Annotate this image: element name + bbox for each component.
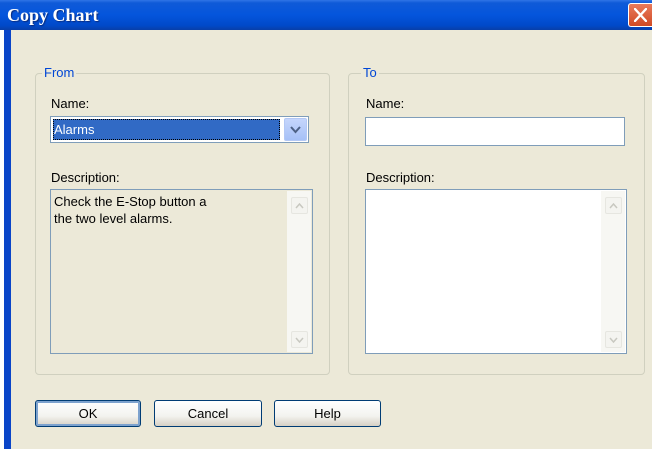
to-name-label: Name:	[366, 96, 405, 111]
close-icon	[634, 8, 647, 22]
scroll-down-arrow-icon	[609, 337, 618, 343]
scroll-up-arrow-icon	[609, 203, 618, 209]
to-scroll-down-button[interactable]	[605, 331, 622, 348]
from-description-scrollbar[interactable]	[287, 191, 311, 352]
scroll-up-arrow-icon	[295, 203, 304, 209]
to-description-label: Description:	[366, 170, 435, 185]
from-group-label: From	[42, 65, 77, 81]
to-name-input[interactable]	[365, 117, 625, 146]
window-title: Copy Chart	[7, 5, 99, 25]
from-name-select[interactable]: Alarms	[50, 116, 309, 143]
ok-button[interactable]: OK	[35, 400, 141, 427]
scroll-down-arrow-icon	[295, 337, 304, 343]
from-scroll-down-button[interactable]	[291, 331, 308, 348]
from-name-label: Name:	[51, 96, 90, 111]
from-name-selected-value: Alarms	[53, 119, 280, 140]
to-description-textarea[interactable]	[365, 189, 627, 354]
to-description-scrollbar[interactable]	[601, 191, 625, 352]
close-button[interactable]	[628, 3, 652, 27]
to-group-label: To	[361, 65, 379, 81]
from-description-textarea[interactable]: Check the E-Stop button a the two level …	[50, 189, 313, 354]
from-description-text: Check the E-Stop button a the two level …	[54, 194, 207, 226]
title-bar[interactable]: Copy Chart	[0, 0, 652, 30]
to-scroll-up-button[interactable]	[605, 197, 622, 214]
from-scroll-up-button[interactable]	[291, 197, 308, 214]
help-button[interactable]: Help	[274, 400, 381, 427]
from-name-dropdown-button[interactable]	[284, 118, 307, 141]
cancel-button[interactable]: Cancel	[154, 400, 262, 427]
window-frame	[0, 30, 11, 449]
from-description-label: Description:	[51, 170, 120, 185]
chevron-down-icon	[290, 126, 301, 134]
